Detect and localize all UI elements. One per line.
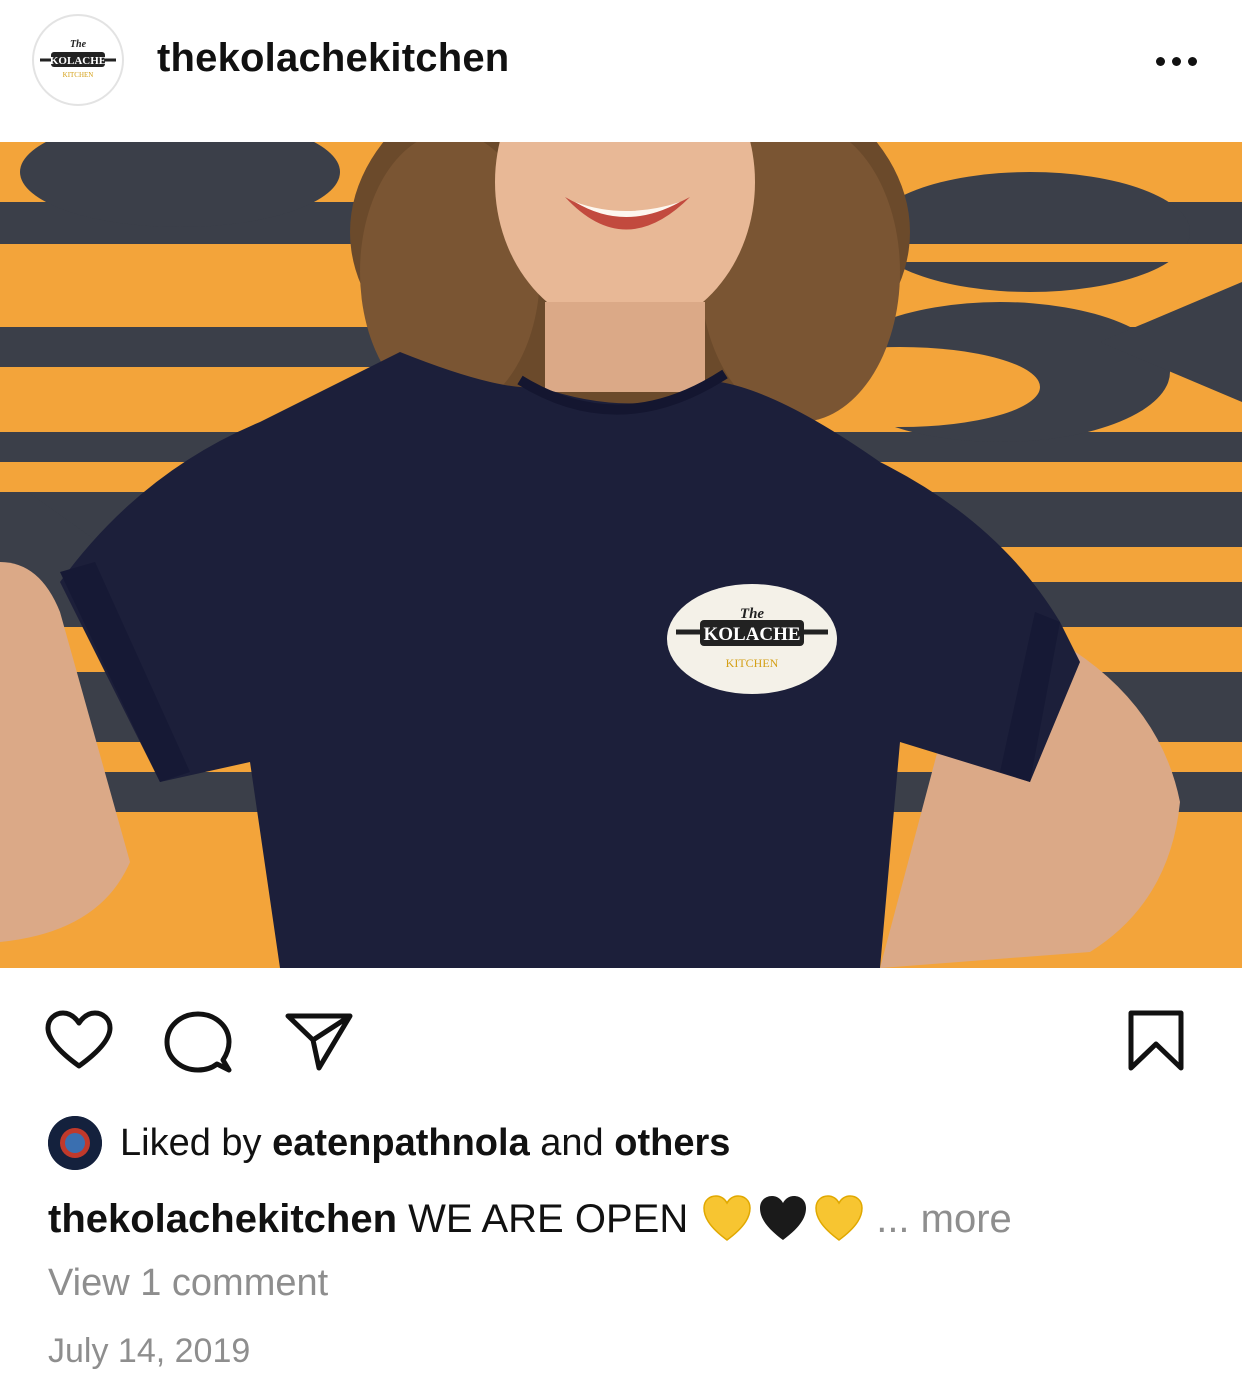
caption-username[interactable]: thekolachekitchen — [48, 1197, 397, 1242]
liked-by-and: and — [540, 1121, 604, 1164]
save-bookmark-icon[interactable] — [1126, 1008, 1186, 1074]
view-comments-link[interactable]: View 1 comment — [48, 1262, 328, 1305]
svg-text:KITCHEN: KITCHEN — [726, 656, 779, 670]
kolache-logo-icon: The KOLACHE KITCHEN — [40, 39, 116, 79]
caption-text: WE ARE OPEN — [408, 1196, 689, 1241]
post-actions — [0, 990, 1242, 1090]
svg-text:KITCHEN: KITCHEN — [63, 71, 94, 79]
liker-avatar[interactable] — [48, 1116, 102, 1170]
shirt-logo: The KOLACHE KITCHEN — [667, 584, 837, 694]
more-options-icon[interactable] — [1148, 44, 1204, 78]
likes-summary: Liked by eatenpathnola and others — [48, 1115, 730, 1171]
share-paper-plane-icon[interactable] — [284, 1010, 354, 1072]
yellow-heart-icon — [815, 1195, 863, 1241]
liker-username[interactable]: eatenpathnola — [272, 1122, 530, 1165]
post-caption: thekolachekitchen WE ARE OPEN ... more — [48, 1190, 1012, 1248]
post-username[interactable]: thekolachekitchen — [157, 36, 509, 81]
liked-by-others[interactable]: others — [614, 1122, 730, 1165]
svg-text:The: The — [740, 606, 765, 622]
like-heart-icon[interactable] — [44, 1010, 114, 1072]
profile-avatar[interactable]: The KOLACHE KITCHEN — [32, 14, 124, 106]
post-date: July 14, 2019 — [48, 1332, 251, 1370]
svg-text:The: The — [70, 39, 87, 50]
svg-text:KOLACHE: KOLACHE — [50, 55, 106, 67]
liked-by-prefix: Liked by — [120, 1121, 262, 1164]
black-heart-icon — [760, 1196, 807, 1240]
caption-more-link[interactable]: ... more — [876, 1197, 1012, 1242]
yellow-heart-icon — [703, 1195, 751, 1241]
post-header: The KOLACHE KITCHEN thekolachekitchen — [0, 0, 1242, 142]
post-photo[interactable]: The KOLACHE KITCHEN — [0, 142, 1242, 968]
comment-icon[interactable] — [163, 1010, 233, 1076]
svg-text:KOLACHE: KOLACHE — [703, 624, 800, 645]
